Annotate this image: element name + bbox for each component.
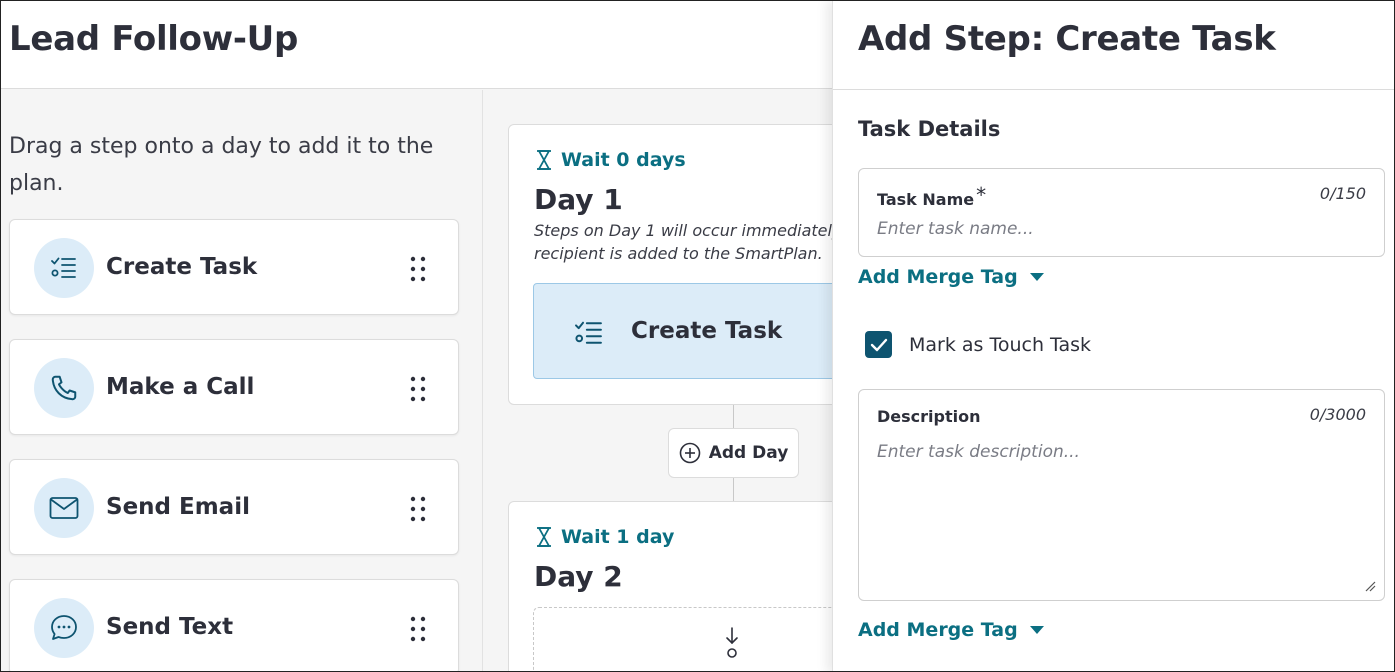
required-mark: * xyxy=(976,183,987,207)
palette-step-send-text[interactable]: Send Text xyxy=(9,579,459,671)
task-name-label: Task Name * xyxy=(877,183,987,210)
panel-header: Add Step: Create Task xyxy=(833,1,1394,90)
drag-handle-icon[interactable] xyxy=(410,376,426,402)
description-input[interactable] xyxy=(877,440,1357,580)
task-name-field[interactable]: Task Name * 0/150 xyxy=(858,168,1385,257)
palette-step-make-call[interactable]: Make a Call xyxy=(9,339,459,435)
day-card-1[interactable]: Wait 0 days Day 1 Steps on Day 1 will oc… xyxy=(508,124,868,405)
step-drop-zone[interactable] xyxy=(533,607,853,671)
drag-handle-icon[interactable] xyxy=(410,496,426,522)
caret-down-icon xyxy=(1029,626,1044,634)
touch-task-row[interactable]: Mark as Touch Task xyxy=(865,331,1091,358)
wait-row[interactable]: Wait 1 day xyxy=(535,526,674,548)
touch-task-checkbox[interactable] xyxy=(865,331,892,358)
add-step-panel: Add Step: Create Task Task Details Task … xyxy=(832,1,1394,671)
day-note-line: recipient is added to the SmartPlan. xyxy=(534,244,823,263)
plan-timeline: Wait 0 days Day 1 Steps on Day 1 will oc… xyxy=(484,90,868,671)
section-title: Task Details xyxy=(858,117,1001,141)
palette-step-label: Create Task xyxy=(106,254,258,280)
caret-down-icon xyxy=(1029,273,1044,281)
palette-hint: Drag a step onto a day to add it to the … xyxy=(9,134,434,196)
drag-handle-icon[interactable] xyxy=(410,616,426,642)
day-card-2[interactable]: Wait 1 day Day 2 xyxy=(508,501,868,671)
envelope-icon xyxy=(34,478,94,538)
timeline-step-label: Create Task xyxy=(631,318,783,344)
touch-task-label: Mark as Touch Task xyxy=(909,333,1092,356)
description-char-count: 0/3000 xyxy=(1309,405,1366,424)
timeline-step-create-task[interactable]: Create Task xyxy=(533,283,853,379)
task-list-icon xyxy=(34,238,94,298)
palette-step-label: Send Email xyxy=(106,494,250,520)
merge-tag-label: Add Merge Tag xyxy=(858,266,1018,288)
chat-bubble-icon xyxy=(34,598,94,658)
panel-title: Add Step: Create Task xyxy=(858,19,1276,59)
plus-circle-icon xyxy=(679,442,701,464)
day-title: Day 2 xyxy=(534,560,623,593)
drop-arrow-icon xyxy=(726,627,738,658)
page-title: Lead Follow-Up xyxy=(9,19,298,59)
palette-step-send-email[interactable]: Send Email xyxy=(9,459,459,555)
task-name-label-text: Task Name xyxy=(877,190,975,209)
wait-row[interactable]: Wait 0 days xyxy=(535,149,686,171)
drag-handle-icon[interactable] xyxy=(410,256,426,282)
resize-grip-icon[interactable] xyxy=(1364,580,1376,592)
step-palette: Drag a step onto a day to add it to the … xyxy=(1,90,483,671)
day-note: Steps on Day 1 will occur immediately re… xyxy=(534,219,844,265)
palette-step-create-task[interactable]: Create Task xyxy=(9,219,459,315)
description-field[interactable]: Description 0/3000 xyxy=(858,389,1385,601)
merge-tag-label: Add Merge Tag xyxy=(858,619,1018,641)
task-name-char-count: 0/150 xyxy=(1319,184,1366,203)
wait-label: Wait 1 day xyxy=(561,526,675,548)
phone-icon xyxy=(34,358,94,418)
add-day-label: Add Day xyxy=(708,443,789,463)
add-day-button[interactable]: Add Day xyxy=(668,428,799,478)
day-title: Day 1 xyxy=(534,183,623,216)
hourglass-icon xyxy=(537,527,551,547)
add-merge-tag-dropdown[interactable]: Add Merge Tag xyxy=(858,619,1044,641)
hourglass-icon xyxy=(537,150,551,170)
add-merge-tag-dropdown[interactable]: Add Merge Tag xyxy=(858,266,1044,288)
day-note-line: Steps on Day 1 will occur immediately xyxy=(534,221,842,240)
description-label: Description xyxy=(877,407,981,426)
checkmark-icon xyxy=(870,338,887,351)
palette-step-label: Send Text xyxy=(106,614,234,640)
app-frame: Lead Follow-Up Drag a step onto a day to… xyxy=(0,0,1395,672)
palette-step-label: Make a Call xyxy=(106,374,255,400)
task-name-input[interactable] xyxy=(877,219,1357,239)
task-list-icon xyxy=(575,321,602,344)
wait-label: Wait 0 days xyxy=(561,149,686,171)
